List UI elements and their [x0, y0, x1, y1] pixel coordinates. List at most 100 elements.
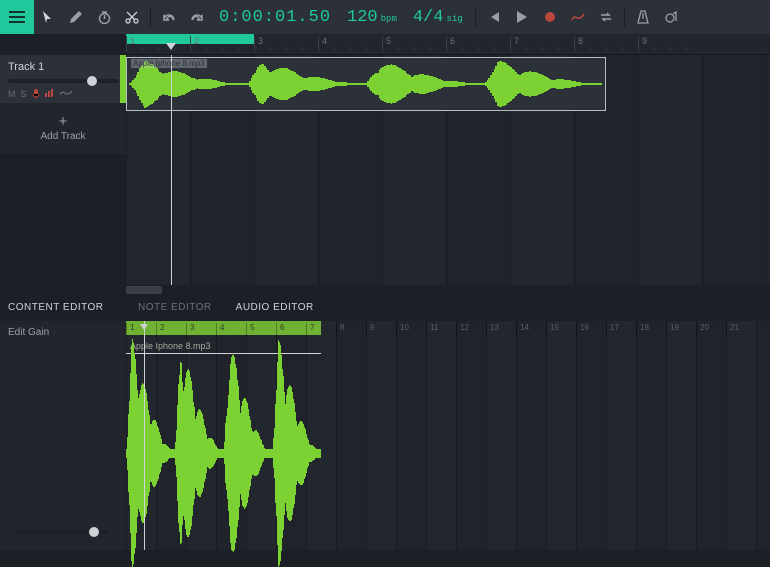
countin-icon [664, 10, 678, 24]
plus-icon: + [0, 113, 126, 130]
pointer-icon [42, 10, 54, 24]
editor-ruler-tick: 15 [546, 323, 559, 337]
editor-waveform [126, 357, 321, 551]
mute-button[interactable]: M [8, 89, 16, 99]
add-track-button[interactable]: + Add Track [0, 103, 126, 154]
track-automation-button[interactable] [60, 89, 72, 99]
editor-filename: Apple Iphone 8.mp3 [130, 341, 211, 351]
ruler-tick: 9 [638, 36, 647, 52]
main-area: Track 1 M S + Add Track [0, 34, 770, 550]
editor-ruler-tick: 9 [366, 323, 374, 337]
editor-playhead-line [144, 321, 145, 551]
bpm-display[interactable]: 120 bpm [339, 8, 405, 27]
undo-icon [162, 10, 176, 24]
stopwatch-icon [98, 11, 111, 24]
editor-canvas[interactable]: 123456789101112131415161718192021 Apple … [126, 321, 770, 551]
skip-back-icon [488, 12, 500, 22]
editor-ruler-tick: 13 [486, 323, 499, 337]
editor-ruler-tick: 21 [726, 323, 739, 337]
tab-audio-editor[interactable]: Audio Editor [224, 302, 326, 313]
bpm-value: 120 [347, 8, 378, 27]
track-header[interactable]: Track 1 M S [0, 54, 126, 103]
editor-ruler-tick: 18 [636, 323, 649, 337]
editor-ruler-tick: 5 [246, 323, 254, 337]
master-volume-slider[interactable] [16, 530, 110, 534]
scrollbar-thumb[interactable] [126, 286, 162, 294]
editor-area: Edit Gain 123456789101112131415161718192… [0, 321, 770, 551]
editor-ruler-tick: 7 [306, 323, 314, 337]
editor-ruler-tick: 19 [666, 323, 679, 337]
wave-icon [60, 89, 72, 97]
redo-button[interactable] [183, 0, 211, 34]
hamburger-menu-button[interactable] [0, 0, 34, 34]
ruler-tick: 8 [574, 36, 583, 52]
record-button[interactable] [536, 0, 564, 34]
track-meter-button[interactable] [45, 89, 55, 99]
solo-button[interactable]: S [21, 89, 27, 99]
bars-icon [45, 89, 55, 97]
toolbar-separator [475, 7, 476, 27]
timesig-display[interactable]: 4/4 sig [405, 8, 471, 27]
play-icon [517, 11, 527, 23]
timeline-ruler[interactable]: 123456789 [126, 34, 770, 54]
metronome-icon [637, 10, 649, 24]
scissors-tool-button[interactable] [118, 0, 146, 34]
metronome-button[interactable] [629, 0, 657, 34]
time-display[interactable]: 0:00:01.50 [211, 8, 339, 27]
scissors-icon [125, 10, 139, 24]
content-editor-label: Content Editor [0, 302, 126, 313]
editor-ruler-tick: 16 [576, 323, 589, 337]
ruler-spacer [0, 34, 126, 54]
countin-button[interactable] [657, 0, 685, 34]
editor-ruler-tick: 8 [336, 323, 344, 337]
arm-record-button[interactable] [32, 89, 40, 99]
time-value: 0:00:01.50 [219, 8, 331, 27]
track-button-row: M S [0, 89, 126, 99]
timer-tool-button[interactable] [90, 0, 118, 34]
tab-note-editor[interactable]: Note Editor [126, 302, 224, 313]
editor-tab-bar: Content Editor Note Editor Audio Editor [0, 295, 770, 321]
editor-ruler-tick: 17 [606, 323, 619, 337]
editor-ruler-tick: 2 [156, 323, 164, 337]
loop-button[interactable] [592, 0, 620, 34]
editor-ruler-tick: 11 [426, 323, 438, 337]
editor-ruler[interactable]: 123456789101112131415161718192021 [126, 321, 770, 339]
arrangement-area[interactable]: Apple Iphone 8.mp3 [126, 54, 770, 285]
bpm-unit: bpm [381, 14, 397, 24]
gain-line[interactable] [126, 353, 321, 354]
ruler-tick: 6 [446, 36, 455, 52]
rewind-button[interactable] [480, 0, 508, 34]
automation-icon [571, 12, 585, 22]
editor-side-panel: Edit Gain [0, 321, 126, 551]
timesig-value: 4/4 [413, 8, 444, 27]
ruler-tick: 3 [254, 36, 263, 52]
pencil-icon [70, 11, 82, 23]
pointer-tool-button[interactable] [34, 0, 62, 34]
editor-ruler-tick: 20 [696, 323, 709, 337]
editor-ruler-tick: 14 [516, 323, 529, 337]
toolbar-separator [150, 7, 151, 27]
track-volume-slider[interactable] [8, 79, 118, 83]
loop-icon [599, 11, 613, 23]
timesig-unit: sig [446, 14, 462, 24]
pencil-tool-button[interactable] [62, 0, 90, 34]
editor-ruler-tick: 10 [396, 323, 409, 337]
add-track-label: Add Track [40, 131, 85, 142]
record-icon [545, 12, 555, 22]
automation-button[interactable] [564, 0, 592, 34]
editor-ruler-tick: 6 [276, 323, 284, 337]
ruler-tick: 4 [318, 36, 327, 52]
undo-button[interactable] [155, 0, 183, 34]
audio-clip[interactable]: Apple Iphone 8.mp3 [126, 57, 606, 111]
play-button[interactable] [508, 0, 536, 34]
editor-ruler-tick: 12 [456, 323, 469, 337]
horizontal-scrollbar[interactable] [126, 285, 770, 295]
slider-knob[interactable] [87, 76, 97, 86]
ruler-tick: 7 [510, 36, 519, 52]
edit-gain-label[interactable]: Edit Gain [8, 327, 49, 338]
clip-label: Apple Iphone 8.mp3 [131, 59, 207, 68]
ruler-tick: 2 [190, 36, 199, 52]
track-name[interactable]: Track 1 [0, 61, 126, 79]
track-lane[interactable]: Apple Iphone 8.mp3 [126, 55, 770, 113]
editor-ruler-tick: 4 [216, 323, 224, 337]
